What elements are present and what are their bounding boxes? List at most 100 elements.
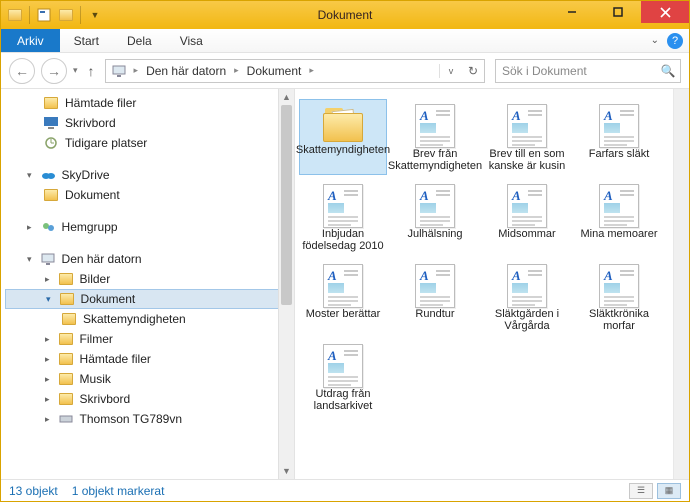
file-label: Julhälsning <box>407 228 462 240</box>
downloads-icon <box>58 351 74 367</box>
file-item-doc[interactable]: ASläktgården i Vårgårda <box>483 259 571 335</box>
file-item-doc[interactable]: AFarfars släkt <box>575 99 663 175</box>
tab-arkiv[interactable]: Arkiv <box>1 29 60 52</box>
document-icon: A <box>415 184 455 228</box>
close-button[interactable] <box>641 1 689 23</box>
computer-icon <box>40 251 56 267</box>
file-label: Brev till en som kanske är kusin <box>486 148 568 172</box>
file-item-doc[interactable]: AMina memoarer <box>575 179 663 255</box>
refresh-button[interactable]: ↻ <box>462 64 484 78</box>
up-button[interactable]: ↑ <box>84 63 99 79</box>
file-item-doc[interactable]: AJulhälsning <box>391 179 479 255</box>
device-icon <box>58 411 74 427</box>
status-bar: 13 objekt 1 objekt markerat ☰ ▦ <box>1 479 689 501</box>
view-details-button[interactable]: ☰ <box>629 483 653 499</box>
document-icon: A <box>323 264 363 308</box>
content-scrollbar[interactable] <box>673 89 689 479</box>
expand-ribbon-icon[interactable]: ⌄ <box>651 35 659 46</box>
tree-item[interactable]: ▸Musik <box>1 369 294 389</box>
file-item-doc[interactable]: AUtdrag från landsarkivet <box>299 339 387 415</box>
file-label: Utdrag från landsarkivet <box>302 388 384 412</box>
file-label: Skattemyndigheten <box>296 144 390 156</box>
search-placeholder: Sök i Dokument <box>502 64 587 78</box>
music-icon <box>58 371 74 387</box>
tree-item[interactable]: ▸Skrivbord <box>1 389 294 409</box>
breadcrumb-seg[interactable]: Dokument <box>241 60 308 82</box>
search-icon: 🔍 <box>656 64 680 78</box>
titlebar: ▼ Dokument <box>1 1 689 29</box>
skydrive-icon <box>40 167 56 183</box>
maximize-button[interactable] <box>595 1 641 23</box>
back-button[interactable]: ← <box>9 58 35 84</box>
tree-item-selected[interactable]: ▾Dokument <box>5 289 292 309</box>
tree-scrollbar[interactable]: ▲ ▼ <box>278 89 294 479</box>
document-icon: A <box>323 184 363 228</box>
file-pane: SkattemyndighetenABrev från Skattemyndig… <box>295 89 689 479</box>
folder-icon <box>319 104 367 144</box>
history-dropdown-icon[interactable]: ▾ <box>73 65 78 76</box>
file-label: Rundtur <box>415 308 454 320</box>
forward-button[interactable]: → <box>41 58 67 84</box>
document-icon: A <box>415 104 455 148</box>
pictures-icon <box>58 271 74 287</box>
qat-newfolder-icon[interactable] <box>56 5 76 25</box>
tree-thispc[interactable]: ▾Den här datorn <box>1 249 294 269</box>
tree-item[interactable]: Tidigare platser <box>1 133 294 153</box>
ribbon-tabs: Arkiv Start Dela Visa ⌄ ? <box>1 29 689 53</box>
scroll-down-icon[interactable]: ▼ <box>279 463 294 479</box>
file-item-folder[interactable]: Skattemyndigheten <box>299 99 387 175</box>
file-item-doc[interactable]: AMidsommar <box>483 179 571 255</box>
document-icon: A <box>599 184 639 228</box>
search-input[interactable]: Sök i Dokument 🔍 <box>495 59 681 83</box>
homegroup-icon <box>40 219 56 235</box>
document-icon: A <box>507 104 547 148</box>
status-selected: 1 objekt markerat <box>72 484 165 498</box>
folder-icon <box>61 311 77 327</box>
breadcrumb-seg[interactable]: Den här datorn <box>140 60 232 82</box>
tree-item[interactable]: ▸Bilder <box>1 269 294 289</box>
computer-icon <box>112 64 126 78</box>
tree-item[interactable]: Dokument <box>1 185 294 205</box>
file-item-doc[interactable]: AInbjudan födelsedag 2010 <box>299 179 387 255</box>
tab-start[interactable]: Start <box>60 29 113 52</box>
view-icons-button[interactable]: ▦ <box>657 483 681 499</box>
tree-skydrive[interactable]: ▾SkyDrive <box>1 165 294 185</box>
qat-properties-icon[interactable] <box>34 5 54 25</box>
document-icon: A <box>507 264 547 308</box>
document-icon: A <box>599 264 639 308</box>
file-label: Mina memoarer <box>580 228 657 240</box>
scroll-thumb[interactable] <box>281 105 292 305</box>
documents-icon <box>59 291 75 307</box>
tab-visa[interactable]: Visa <box>166 29 217 52</box>
desktop-icon <box>43 115 59 131</box>
file-label: Inbjudan födelsedag 2010 <box>302 228 384 252</box>
tree-item[interactable]: Hämtade filer <box>1 93 294 113</box>
document-icon: A <box>599 104 639 148</box>
address-bar[interactable]: ▸ Den här datorn ▸ Dokument ▸ v ↻ <box>105 59 485 83</box>
file-item-doc[interactable]: AMoster berättar <box>299 259 387 335</box>
status-count: 13 objekt <box>9 484 58 498</box>
file-item-doc[interactable]: ABrev från Skattemyndigheten <box>391 99 479 175</box>
help-button[interactable]: ? <box>667 33 683 49</box>
file-item-doc[interactable]: ABrev till en som kanske är kusin <box>483 99 571 175</box>
file-label: Midsommar <box>498 228 555 240</box>
qat-dropdown-icon[interactable]: ▼ <box>85 5 105 25</box>
tree-homegroup[interactable]: ▸Hemgrupp <box>1 217 294 237</box>
tree-item[interactable]: Skrivbord <box>1 113 294 133</box>
document-icon: A <box>415 264 455 308</box>
tree-item[interactable]: ▸Thomson TG789vn <box>1 409 294 429</box>
tab-dela[interactable]: Dela <box>113 29 166 52</box>
address-dropdown-icon[interactable]: v <box>440 66 462 76</box>
file-item-doc[interactable]: ASläktkrönika morfar <box>575 259 663 335</box>
file-item-doc[interactable]: ARundtur <box>391 259 479 335</box>
folder-icon <box>43 187 59 203</box>
tree-item[interactable]: ▸Filmer <box>1 329 294 349</box>
minimize-button[interactable] <box>549 1 595 23</box>
tree-item[interactable]: Skattemyndigheten <box>1 309 294 329</box>
file-label: Moster berättar <box>306 308 381 320</box>
file-label: Släktkrönika morfar <box>578 308 660 332</box>
document-icon: A <box>507 184 547 228</box>
tree-item[interactable]: ▸Hämtade filer <box>1 349 294 369</box>
videos-icon <box>58 331 74 347</box>
scroll-up-icon[interactable]: ▲ <box>279 89 294 105</box>
